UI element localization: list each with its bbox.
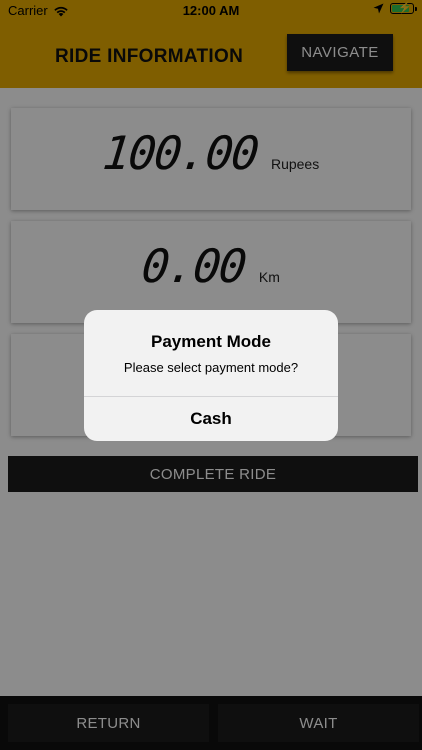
cash-option-button[interactable]: Cash (84, 397, 338, 441)
payment-mode-alert: Payment Mode Please select payment mode?… (84, 310, 338, 441)
alert-message: Please select payment mode? (123, 360, 299, 375)
alert-title: Payment Mode (151, 332, 271, 351)
